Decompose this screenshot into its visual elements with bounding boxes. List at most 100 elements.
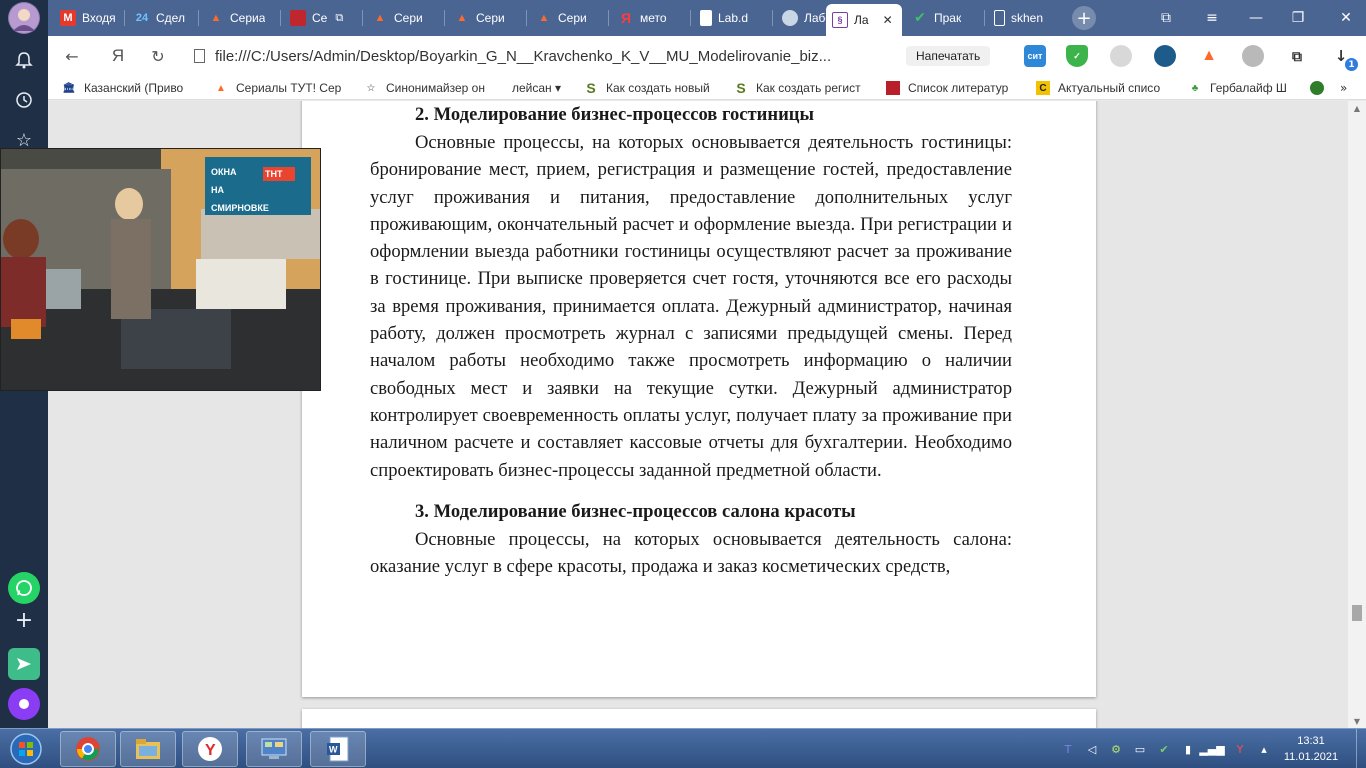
taskbar-explorer[interactable] — [120, 731, 176, 767]
tab-12[interactable]: skhen — [988, 4, 1064, 32]
book-icon — [886, 81, 900, 95]
tab-10-active[interactable]: § Ла ✕ — [826, 4, 902, 36]
tab-4[interactable]: ▲ Сери — [366, 4, 442, 32]
adblock-shield-icon[interactable]: ✓ — [1066, 45, 1088, 67]
bookmark-6[interactable]: Список литератур — [886, 79, 1022, 97]
word-icon: W — [327, 736, 349, 762]
yandex-home-icon[interactable]: Я — [106, 44, 130, 68]
show-desktop-button[interactable] — [1356, 729, 1366, 768]
start-button[interactable] — [4, 731, 48, 767]
battery-tray-icon[interactable]: ▮ — [1180, 741, 1196, 757]
address-url[interactable]: file:///C:/Users/Admin/Desktop/Boyarkin_… — [215, 48, 875, 65]
close-tab-icon[interactable]: ✕ — [883, 13, 893, 27]
bookmark-2[interactable]: ☆ Синонимайзер он — [364, 79, 498, 97]
bookmark-0[interactable]: 🏛 Казанский (Приво — [62, 79, 194, 97]
show-hidden-icons[interactable]: ▴ — [1256, 741, 1272, 757]
check-icon: ✔ — [914, 10, 926, 26]
svg-text:Y: Y — [205, 742, 216, 759]
reload-icon[interactable]: ↻ — [146, 44, 170, 68]
chrome-icon — [76, 737, 100, 761]
tnt-logo: ТНТ — [265, 169, 283, 179]
tab-8[interactable]: Lab.d — [694, 4, 770, 32]
app-tray-icon[interactable]: ⚙ — [1108, 741, 1124, 757]
taskbar-control-panel[interactable] — [246, 731, 302, 767]
cat-icon: ▲ — [374, 12, 386, 24]
yandex-tray-icon[interactable]: Y — [1232, 741, 1248, 757]
tab-0[interactable]: M Входя — [54, 4, 122, 32]
bookmark-folder-3[interactable]: лейсан ▾ — [512, 79, 572, 97]
system-clock[interactable]: 13:31 11.01.2021 — [1276, 733, 1346, 765]
taskbar-yandex[interactable]: Y — [182, 731, 238, 767]
bank-icon: 🏛 — [62, 82, 76, 94]
messenger-icon[interactable] — [8, 648, 40, 680]
taskbar-chrome[interactable] — [60, 731, 116, 767]
page-body: 2. Моделирование бизнес-процессов гостин… — [370, 101, 1012, 580]
whatsapp-icon[interactable] — [8, 572, 40, 604]
downloads-icon[interactable]: ↓ 1 — [1330, 45, 1358, 71]
windows-taskbar: Y W T ◁ ⚙ ▭ ✔ ▮ ▂▄▆ Y ▴ 13:31 11.01.2021 — [0, 728, 1366, 768]
paragraph-hotel: Основные процессы, на которых основывает… — [370, 132, 1012, 481]
extension-cart-icon[interactable]: сит — [1024, 45, 1046, 67]
network-tray-icon[interactable]: ▂▄▆ — [1199, 741, 1224, 757]
bookmark-4[interactable]: S Как создать новый — [584, 79, 720, 97]
menu-icon[interactable]: ≡ — [1200, 6, 1224, 30]
tabs-menu-icon[interactable]: ⧉ — [1154, 6, 1178, 30]
pdf-page: 2. Моделирование бизнес-процессов гостин… — [302, 101, 1096, 697]
volume-tray-icon[interactable]: ◁ — [1084, 741, 1100, 757]
picture-in-picture-video[interactable]: ОКНА НА СМИРНОВКЕ ТНТ — [0, 148, 321, 391]
alice-icon[interactable] — [8, 688, 40, 720]
back-icon[interactable]: ← — [60, 44, 84, 68]
display-tray-icon[interactable]: ▭ — [1132, 741, 1148, 757]
minimize-icon[interactable]: — — [1244, 6, 1268, 30]
bookmark-7[interactable]: C Актуальный списо — [1036, 79, 1172, 97]
downloads-badge: 1 — [1345, 58, 1358, 71]
taskbar-word[interactable]: W — [310, 731, 366, 767]
globe-icon — [782, 10, 798, 26]
add-panel-icon[interactable]: + — [8, 604, 40, 636]
scroll-up-icon[interactable]: ▲ — [1348, 101, 1366, 115]
tab-6[interactable]: ▲ Сери — [530, 4, 606, 32]
video-sign: ОКНА НА СМИРНОВКЕ — [211, 167, 269, 213]
document-icon — [700, 10, 712, 26]
security-tray-icon[interactable]: ✔ — [1156, 741, 1172, 757]
svg-text:W: W — [329, 745, 338, 755]
teams-tray-icon[interactable]: T — [1060, 741, 1076, 757]
profile-avatar[interactable] — [8, 2, 40, 34]
more-bookmarks-icon[interactable]: » — [1340, 79, 1356, 97]
history-icon[interactable] — [8, 84, 40, 116]
tab-2[interactable]: ▲ Сериа — [202, 4, 278, 32]
bookmark-5[interactable]: S Как создать регист — [734, 79, 870, 97]
bookmark-9[interactable] — [1310, 79, 1330, 97]
s-icon: S — [736, 80, 746, 96]
search-extension-icon[interactable] — [1110, 45, 1132, 67]
news-24-icon: 24 — [135, 12, 149, 24]
vpn-extension-icon[interactable] — [1154, 45, 1176, 67]
video-frame — [1, 149, 320, 390]
bookmark-8[interactable]: ♣ Гербалайф Ш — [1188, 79, 1308, 97]
yandex-browser-icon: Y — [198, 737, 222, 761]
star-icon: ☆ — [366, 82, 376, 94]
cat-icon: ▲ — [216, 82, 226, 94]
tab-7[interactable]: Я мето — [612, 4, 688, 32]
bookmark-1[interactable]: ▲ Сериалы ТУТ! Сер — [214, 79, 346, 97]
maximize-icon[interactable]: ❐ — [1286, 6, 1310, 30]
close-window-icon[interactable]: ✕ — [1334, 6, 1358, 30]
file-icon — [194, 49, 205, 63]
vertical-scrollbar[interactable]: ▲ ▼ — [1348, 101, 1366, 728]
tab-3[interactable]: Се ⧉ — [284, 4, 360, 32]
bell-icon[interactable] — [8, 44, 40, 76]
address-bar[interactable]: file:///C:/Users/Admin/Desktop/Boyarkin_… — [184, 40, 1016, 72]
globe-extension-icon[interactable] — [1242, 45, 1264, 67]
cat-icon: ▲ — [538, 12, 550, 24]
cat-extension-icon[interactable]: ▲ — [1198, 45, 1220, 67]
collections-icon[interactable]: ⧉ — [1286, 45, 1308, 67]
tab-1[interactable]: 24 Сдел — [128, 4, 196, 32]
scroll-thumb[interactable] — [1352, 605, 1362, 621]
section-heading-hotel: 2. Моделирование бизнес-процессов гостин… — [415, 104, 815, 125]
tab-11[interactable]: ✔ Прак — [906, 4, 982, 32]
print-button[interactable]: Напечатать — [906, 46, 991, 66]
scroll-down-icon[interactable]: ▼ — [1348, 714, 1366, 728]
new-tab-button[interactable]: + — [1072, 6, 1096, 30]
tab-mute-icon[interactable]: ⧉ — [335, 12, 343, 25]
tab-5[interactable]: ▲ Сери — [448, 4, 524, 32]
